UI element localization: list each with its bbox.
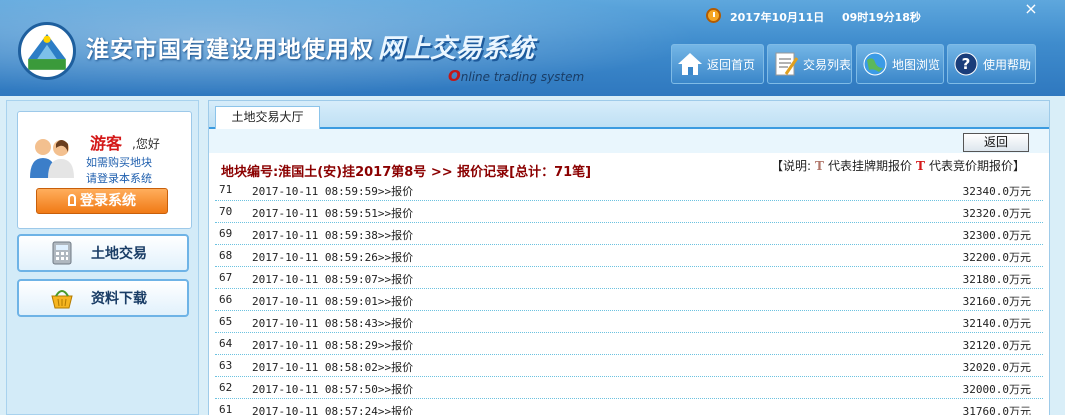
record-number: 66: [219, 293, 233, 306]
list-icon: [775, 52, 799, 76]
record-price: 32140.0万元: [962, 317, 1031, 330]
close-icon[interactable]: ×: [1021, 0, 1041, 18]
record-price: 32000.0万元: [962, 383, 1031, 396]
record-title: 地块编号:淮国土(安)挂2017第8号 >> 报价记录[总计：71笔]: [221, 165, 592, 180]
record-number: 62: [219, 381, 233, 394]
record-time: 2017-10-11 08:59:07>>报价: [252, 273, 414, 286]
record-price: 31760.0万元: [962, 405, 1031, 415]
land-trading-label: 土地交易: [91, 246, 147, 262]
left-sidebar: 游客 ,您好 如需购买地块 请登录本系统 登录系统 土地交易 资料下载: [6, 100, 199, 415]
record-time: 2017-10-11 08:59:26>>报价: [252, 251, 414, 264]
nav-map-label: 地图浏览: [892, 57, 941, 72]
toolbar: 返回: [209, 131, 1049, 153]
record-time: 2017-10-11 08:59:51>>报价: [252, 207, 414, 220]
current-date: 2017年10月11日: [730, 11, 825, 24]
logo-emblem-icon: [28, 33, 66, 70]
nav-list-button[interactable]: 交易列表: [767, 44, 852, 84]
table-row: 71 2017-10-11 08:59:59>>报价 32340.0万元: [215, 179, 1043, 201]
land-trading-button[interactable]: 土地交易: [17, 234, 189, 272]
table-row: 65 2017-10-11 08:58:43>>报价 32140.0万元: [215, 311, 1043, 333]
svg-text:?: ?: [962, 55, 971, 73]
download-button[interactable]: 资料下载: [17, 279, 189, 317]
site-logo: [18, 22, 76, 80]
record-time: 2017-10-11 08:59:01>>报价: [252, 295, 414, 308]
table-row: 64 2017-10-11 08:58:29>>报价 32120.0万元: [215, 333, 1043, 355]
table-row: 62 2017-10-11 08:57:50>>报价 32000.0万元: [215, 377, 1043, 399]
table-row: 63 2017-10-11 08:58:02>>报价 32020.0万元: [215, 355, 1043, 377]
record-number: 68: [219, 249, 233, 262]
login-label: 登录系统: [80, 193, 136, 209]
table-row: 66 2017-10-11 08:59:01>>报价 32160.0万元: [215, 289, 1043, 311]
record-price: 32180.0万元: [962, 273, 1031, 286]
record-time: 2017-10-11 08:57:24>>报价: [252, 405, 414, 415]
nav-help-button[interactable]: ? 使用帮助: [947, 44, 1036, 84]
listing-period-t-icon: T: [815, 159, 824, 173]
legend-bidding-text: 代表竞价期报价】: [928, 159, 1025, 173]
subtitle-rest: nline trading system: [460, 70, 585, 84]
table-row: 68 2017-10-11 08:59:26>>报价 32200.0万元: [215, 245, 1043, 267]
home-icon: [678, 53, 702, 75]
legend: 【说明: T 代表挂牌期报价 T 代表竞价期报价】: [771, 157, 1025, 174]
legend-prefix: 【说明:: [771, 159, 812, 173]
guest-greeting: ,您好: [132, 137, 160, 151]
site-title: 淮安市国有建设用地使用权: [86, 37, 374, 63]
record-number: 67: [219, 271, 233, 284]
record-time: 2017-10-11 08:57:50>>报价: [252, 383, 414, 396]
table-row: 69 2017-10-11 08:59:38>>报价 32300.0万元: [215, 223, 1043, 245]
record-price: 32340.0万元: [962, 185, 1031, 198]
header-banner: 淮安市国有建设用地使用权 网上交易系统 Online trading syste…: [0, 0, 1065, 96]
record-number: 71: [219, 183, 233, 196]
tab-bar: 土地交易大厅: [209, 101, 1049, 129]
nav-home-label: 返回首页: [707, 57, 756, 72]
login-button[interactable]: 登录系统: [36, 188, 168, 214]
record-time: 2017-10-11 08:58:43>>报价: [252, 317, 414, 330]
guest-panel: 游客 ,您好 如需购买地块 请登录本系统 登录系统: [17, 111, 192, 229]
record-time: 2017-10-11 08:59:38>>报价: [252, 229, 414, 242]
clock-icon: [706, 8, 721, 23]
table-row: 70 2017-10-11 08:59:51>>报价 32320.0万元: [215, 201, 1043, 223]
nav-map-button[interactable]: 地图浏览: [856, 44, 944, 84]
record-time: 2017-10-11 08:58:02>>报价: [252, 361, 414, 374]
record-number: 70: [219, 205, 233, 218]
record-number: 63: [219, 359, 233, 372]
help-icon: ?: [954, 52, 978, 76]
record-price: 32160.0万元: [962, 295, 1031, 308]
record-number: 65: [219, 315, 233, 328]
table-row: 67 2017-10-11 08:59:07>>报价 32180.0万元: [215, 267, 1043, 289]
record-number: 64: [219, 337, 233, 350]
nav-list-label: 交易列表: [803, 57, 852, 72]
bidding-period-t-icon: T: [916, 159, 925, 173]
record-time: 2017-10-11 08:58:29>>报价: [252, 339, 414, 352]
record-time: 2017-10-11 08:59:59>>报价: [252, 185, 414, 198]
table-row: 61 2017-10-11 08:57:24>>报价 31760.0万元: [215, 399, 1043, 415]
record-number: 61: [219, 403, 233, 415]
nav-home-button[interactable]: 返回首页: [671, 44, 764, 84]
tab-land-hall[interactable]: 土地交易大厅: [215, 106, 320, 129]
back-button[interactable]: 返回: [963, 133, 1029, 152]
calculator-icon: [52, 241, 72, 265]
record-price: 32300.0万元: [962, 229, 1031, 242]
legend-listing-text: 代表挂牌期报价: [827, 159, 912, 173]
record-price: 32320.0万元: [962, 207, 1031, 220]
guest-name: 游客: [90, 134, 123, 153]
globe-icon: [863, 52, 887, 76]
nav-help-label: 使用帮助: [983, 57, 1032, 72]
record-content: 地块编号:淮国土(安)挂2017第8号 >> 报价记录[总计：71笔] 【说明:…: [209, 153, 1049, 415]
site-subtitle: Online trading system: [448, 67, 584, 85]
records-list: 71 2017-10-11 08:59:59>>报价 32340.0万元 70 2017…: [215, 179, 1043, 415]
download-label: 资料下载: [91, 291, 147, 307]
users-avatar-icon: [30, 139, 74, 178]
subtitle-initial: O: [448, 67, 461, 85]
record-number: 69: [219, 227, 233, 240]
key-icon: [68, 194, 76, 206]
site-title-emphasis: 网上交易系统: [378, 34, 535, 64]
guest-hint-line1: 如需购买地块: [86, 156, 152, 169]
main-panel: 土地交易大厅 返回 地块编号:淮国土(安)挂2017第8号 >> 报价记录[总计…: [208, 100, 1050, 415]
guest-hint-line2: 请登录本系统: [86, 172, 152, 185]
current-time: 09时19分18秒: [842, 11, 921, 24]
record-price: 32120.0万元: [962, 339, 1031, 352]
record-price: 32020.0万元: [962, 361, 1031, 374]
basket-icon: [51, 290, 73, 309]
record-price: 32200.0万元: [962, 251, 1031, 264]
